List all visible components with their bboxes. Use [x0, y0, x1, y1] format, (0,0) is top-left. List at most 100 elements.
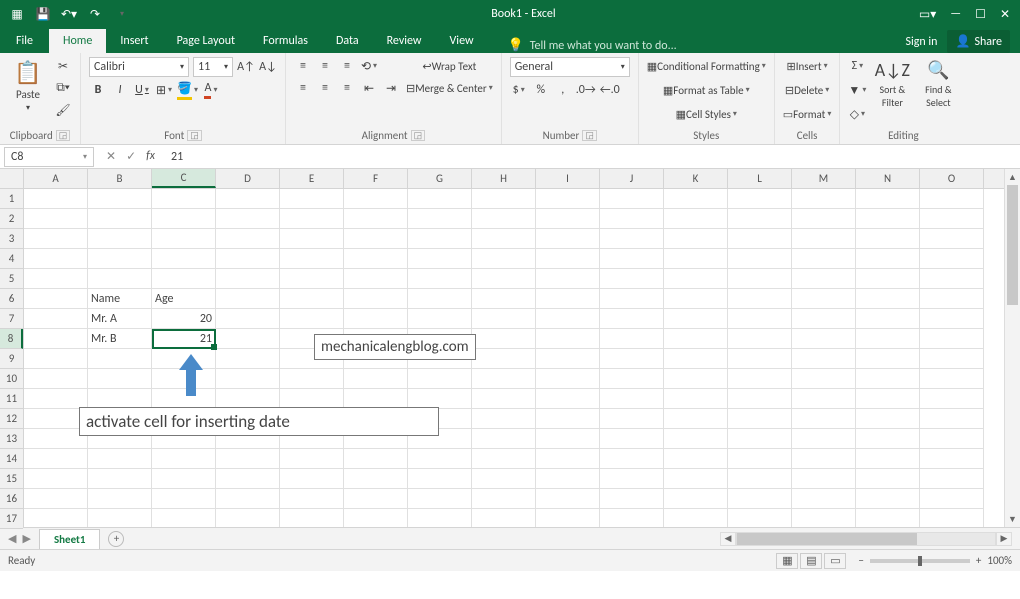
cell-D14[interactable]	[216, 449, 280, 469]
cell-O6[interactable]	[920, 289, 984, 309]
copy-icon[interactable]: ⧉▾	[54, 79, 72, 97]
cell-L15[interactable]	[728, 469, 792, 489]
dialog-launcher-icon[interactable]: ◲	[187, 130, 202, 141]
column-header-A[interactable]: A	[24, 169, 88, 188]
cell-A14[interactable]	[24, 449, 88, 469]
cell-M9[interactable]	[792, 349, 856, 369]
cancel-formula-icon[interactable]: ✕	[106, 149, 116, 164]
cell-M3[interactable]	[792, 229, 856, 249]
cell-I17[interactable]	[536, 509, 600, 527]
cell-O4[interactable]	[920, 249, 984, 269]
cell-C16[interactable]	[152, 489, 216, 509]
cell-C3[interactable]	[152, 229, 216, 249]
cell-I13[interactable]	[536, 429, 600, 449]
cell-G2[interactable]	[408, 209, 472, 229]
cell-M11[interactable]	[792, 389, 856, 409]
cell-E3[interactable]	[280, 229, 344, 249]
cell-B8[interactable]: Mr. B	[88, 329, 152, 349]
cell-A2[interactable]	[24, 209, 88, 229]
cell-I9[interactable]	[536, 349, 600, 369]
cell-J17[interactable]	[600, 509, 664, 527]
insert-cells-button[interactable]: ⊞ Insert	[783, 57, 832, 75]
column-header-C[interactable]: C	[152, 169, 216, 188]
cell-J16[interactable]	[600, 489, 664, 509]
cell-H17[interactable]	[472, 509, 536, 527]
fill-color-icon[interactable]: 🪣	[177, 81, 198, 99]
column-header-F[interactable]: F	[344, 169, 408, 188]
align-left-icon[interactable]: ≡	[294, 79, 312, 97]
cell-N7[interactable]	[856, 309, 920, 329]
cell-H8[interactable]	[472, 329, 536, 349]
font-size-combo[interactable]: 11▾	[193, 57, 233, 77]
cell-F16[interactable]	[344, 489, 408, 509]
percent-format-icon[interactable]: %	[532, 81, 550, 99]
delete-cells-button[interactable]: ⊟ Delete	[783, 81, 832, 99]
cell-L11[interactable]	[728, 389, 792, 409]
cell-D4[interactable]	[216, 249, 280, 269]
cell-B9[interactable]	[88, 349, 152, 369]
cell-F11[interactable]	[344, 389, 408, 409]
cell-L2[interactable]	[728, 209, 792, 229]
cell-H10[interactable]	[472, 369, 536, 389]
cell-I11[interactable]	[536, 389, 600, 409]
tab-formulas[interactable]: Formulas	[249, 29, 322, 53]
cell-O12[interactable]	[920, 409, 984, 429]
column-header-N[interactable]: N	[856, 169, 920, 188]
cell-H15[interactable]	[472, 469, 536, 489]
format-as-table-button[interactable]: ▦ Format as Table	[647, 81, 766, 99]
page-layout-view-icon[interactable]: ▤	[800, 553, 822, 569]
cell-D9[interactable]	[216, 349, 280, 369]
cell-D16[interactable]	[216, 489, 280, 509]
cell-I3[interactable]	[536, 229, 600, 249]
cell-C1[interactable]	[152, 189, 216, 209]
cell-E1[interactable]	[280, 189, 344, 209]
cell-A8[interactable]	[24, 329, 88, 349]
column-header-K[interactable]: K	[664, 169, 728, 188]
cell-B16[interactable]	[88, 489, 152, 509]
font-name-combo[interactable]: Calibri▾	[89, 57, 189, 77]
dialog-launcher-icon[interactable]: ◲	[582, 130, 597, 141]
merge-center-button[interactable]: ⊟ Merge & Center	[406, 79, 493, 97]
cell-M4[interactable]	[792, 249, 856, 269]
cell-B1[interactable]	[88, 189, 152, 209]
cell-B14[interactable]	[88, 449, 152, 469]
normal-view-icon[interactable]: ▦	[776, 553, 798, 569]
cell-M13[interactable]	[792, 429, 856, 449]
cell-H1[interactable]	[472, 189, 536, 209]
row-header-2[interactable]: 2	[0, 209, 23, 229]
cell-G3[interactable]	[408, 229, 472, 249]
cell-L3[interactable]	[728, 229, 792, 249]
zoom-level[interactable]: 100%	[987, 554, 1012, 567]
cell-I2[interactable]	[536, 209, 600, 229]
cell-C17[interactable]	[152, 509, 216, 527]
cell-J14[interactable]	[600, 449, 664, 469]
cell-J4[interactable]	[600, 249, 664, 269]
cell-D5[interactable]	[216, 269, 280, 289]
cell-L10[interactable]	[728, 369, 792, 389]
row-header-5[interactable]: 5	[0, 269, 23, 289]
decrease-indent-icon[interactable]: ⇤	[360, 79, 378, 97]
cell-M2[interactable]	[792, 209, 856, 229]
cell-M5[interactable]	[792, 269, 856, 289]
cell-G15[interactable]	[408, 469, 472, 489]
horizontal-scrollbar[interactable]: ◀ ▶	[720, 532, 1020, 546]
cell-B7[interactable]: Mr. A	[88, 309, 152, 329]
font-color-icon[interactable]: A	[202, 81, 220, 99]
cell-O9[interactable]	[920, 349, 984, 369]
cell-A7[interactable]	[24, 309, 88, 329]
cell-F14[interactable]	[344, 449, 408, 469]
cell-L16[interactable]	[728, 489, 792, 509]
cell-N3[interactable]	[856, 229, 920, 249]
cell-E11[interactable]	[280, 389, 344, 409]
cell-L13[interactable]	[728, 429, 792, 449]
cell-O14[interactable]	[920, 449, 984, 469]
cell-N8[interactable]	[856, 329, 920, 349]
cell-I1[interactable]	[536, 189, 600, 209]
hscroll-thumb[interactable]	[737, 533, 917, 545]
cell-F7[interactable]	[344, 309, 408, 329]
column-header-G[interactable]: G	[408, 169, 472, 188]
italic-button[interactable]: I	[111, 81, 129, 99]
cell-I5[interactable]	[536, 269, 600, 289]
cell-area[interactable]: NameAgeMr. A20Mr. B21	[24, 189, 1004, 527]
column-header-O[interactable]: O	[920, 169, 984, 188]
